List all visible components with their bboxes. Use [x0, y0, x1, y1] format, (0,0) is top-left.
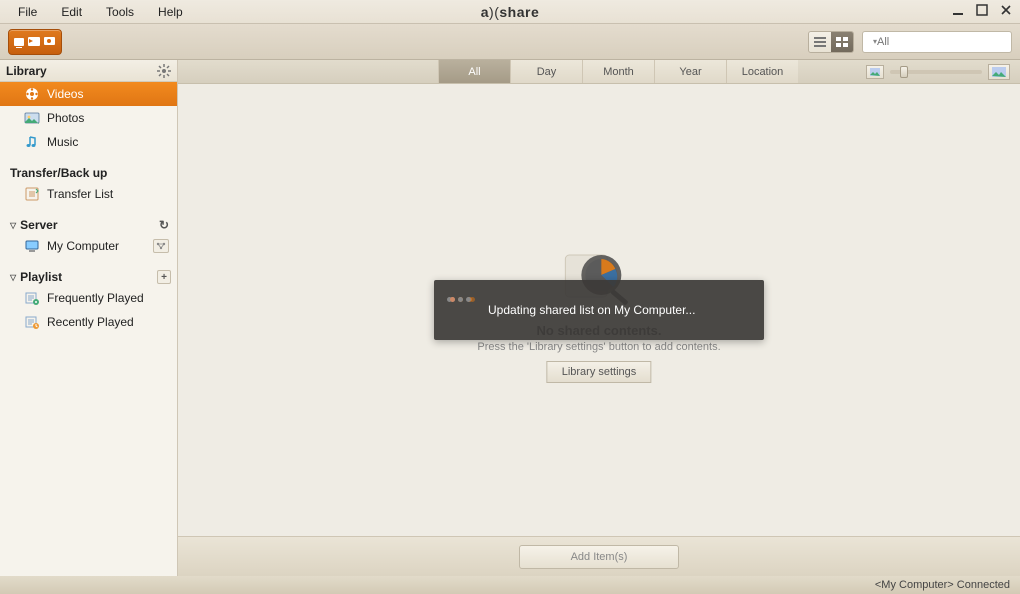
sidebar-item-videos[interactable]: Videos — [0, 82, 177, 106]
sidebar-item-label: Recently Played — [47, 315, 134, 329]
toolbar: ▾ — [0, 24, 1020, 60]
content-canvas: No shared contents. Press the 'Library s… — [178, 84, 1020, 536]
sidebar-item-transfer-list[interactable]: Transfer List — [0, 182, 177, 206]
main-panel: All Day Month Year Location — [178, 60, 1020, 576]
video-icon — [24, 86, 40, 102]
collapse-icon: ▽ — [10, 273, 16, 282]
bottom-bar: Add Item(s) — [178, 536, 1020, 576]
sidebar-item-label: Frequently Played — [47, 291, 144, 305]
sidebar-item-label: Music — [47, 135, 78, 149]
library-header: Library — [0, 60, 177, 82]
playlist-icon — [24, 290, 40, 306]
sidebar-item-label: Photos — [47, 111, 84, 125]
zoom-large-icon[interactable] — [988, 64, 1010, 80]
add-items-button[interactable]: Add Item(s) — [519, 545, 679, 569]
toast-message: Updating shared list on My Computer... — [488, 303, 695, 317]
server-title: Server — [20, 218, 57, 232]
playlist-section-header[interactable]: ▽ Playlist + — [0, 258, 177, 286]
playlist-icon — [24, 314, 40, 330]
window-controls — [950, 2, 1014, 18]
empty-subtitle: Press the 'Library settings' button to a… — [477, 341, 720, 353]
search-input[interactable] — [877, 36, 1019, 48]
computer-icon — [24, 238, 40, 254]
tab-all[interactable]: All — [438, 60, 510, 83]
transfer-section-header: Transfer/Back up — [0, 154, 177, 182]
view-toggle — [808, 31, 854, 53]
transfer-icon — [24, 186, 40, 202]
sidebar-item-music[interactable]: Music — [0, 130, 177, 154]
app-brand: a)(share — [481, 4, 539, 20]
transfer-title: Transfer/Back up — [10, 166, 107, 180]
status-text: <My Computer> Connected — [875, 579, 1010, 591]
server-section-header[interactable]: ▽ Server ↻ — [0, 206, 177, 234]
sidebar-item-recently-played[interactable]: Recently Played — [0, 310, 177, 334]
sidebar-item-label: Videos — [47, 87, 83, 101]
sidebar: Library Videos Photos Music Transfer/Bac… — [0, 60, 178, 576]
music-icon — [24, 134, 40, 150]
photo-icon — [24, 110, 40, 126]
close-button[interactable] — [998, 2, 1014, 18]
brand-logo: )( — [489, 4, 499, 20]
device-view-button[interactable] — [8, 29, 62, 55]
zoom-thumb[interactable] — [900, 66, 908, 78]
library-settings-icon[interactable] — [157, 64, 171, 78]
sidebar-item-my-computer[interactable]: My Computer — [0, 234, 177, 258]
tab-year[interactable]: Year — [654, 60, 726, 83]
status-bar: <My Computer> Connected — [0, 576, 1020, 594]
menu-help[interactable]: Help — [146, 2, 195, 22]
menu-bar: File Edit Tools Help a)(share — [0, 0, 1020, 24]
sidebar-item-label: My Computer — [47, 239, 119, 253]
collapse-icon: ▽ — [10, 221, 16, 230]
thumbnail-zoom — [866, 60, 1020, 83]
server-share-button[interactable] — [153, 239, 169, 253]
library-title: Library — [6, 64, 47, 78]
tab-day[interactable]: Day — [510, 60, 582, 83]
menu-tools[interactable]: Tools — [94, 2, 146, 22]
server-refresh-button[interactable]: ↻ — [157, 218, 171, 232]
sidebar-item-photos[interactable]: Photos — [0, 106, 177, 130]
tab-month[interactable]: Month — [582, 60, 654, 83]
zoom-small-icon[interactable] — [866, 65, 884, 79]
zoom-slider[interactable] — [890, 70, 982, 74]
grid-view-button[interactable] — [831, 32, 853, 52]
menu-edit[interactable]: Edit — [49, 2, 94, 22]
playlist-title: Playlist — [20, 270, 62, 284]
minimize-button[interactable] — [950, 2, 966, 18]
list-view-button[interactable] — [809, 32, 831, 52]
sidebar-item-label: Transfer List — [47, 187, 113, 201]
search-box[interactable]: ▾ — [862, 31, 1012, 53]
spinner-icon — [448, 297, 474, 323]
sidebar-item-frequently-played[interactable]: Frequently Played — [0, 286, 177, 310]
playlist-add-button[interactable]: + — [157, 270, 171, 284]
brand-share: share — [499, 4, 539, 20]
maximize-button[interactable] — [974, 2, 990, 18]
updating-toast: Updating shared list on My Computer... — [434, 280, 764, 340]
filter-tabs: All Day Month Year Location — [178, 60, 1020, 84]
menu-file[interactable]: File — [6, 2, 49, 22]
tab-location[interactable]: Location — [726, 60, 798, 83]
library-settings-button[interactable]: Library settings — [547, 361, 652, 383]
